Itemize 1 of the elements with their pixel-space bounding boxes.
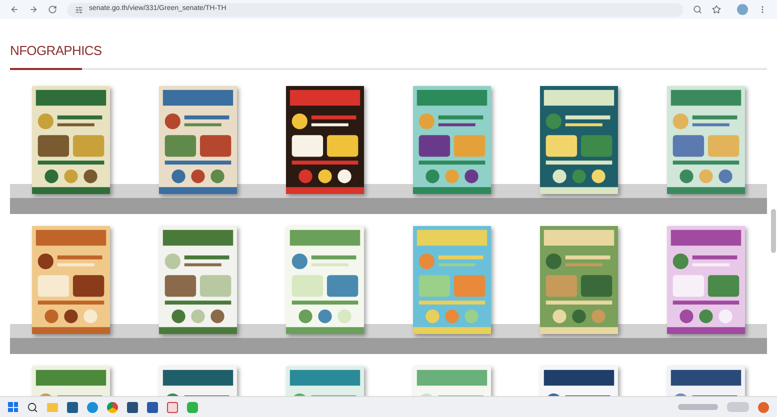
section-heading: NFOGRAPHICS (10, 43, 102, 58)
